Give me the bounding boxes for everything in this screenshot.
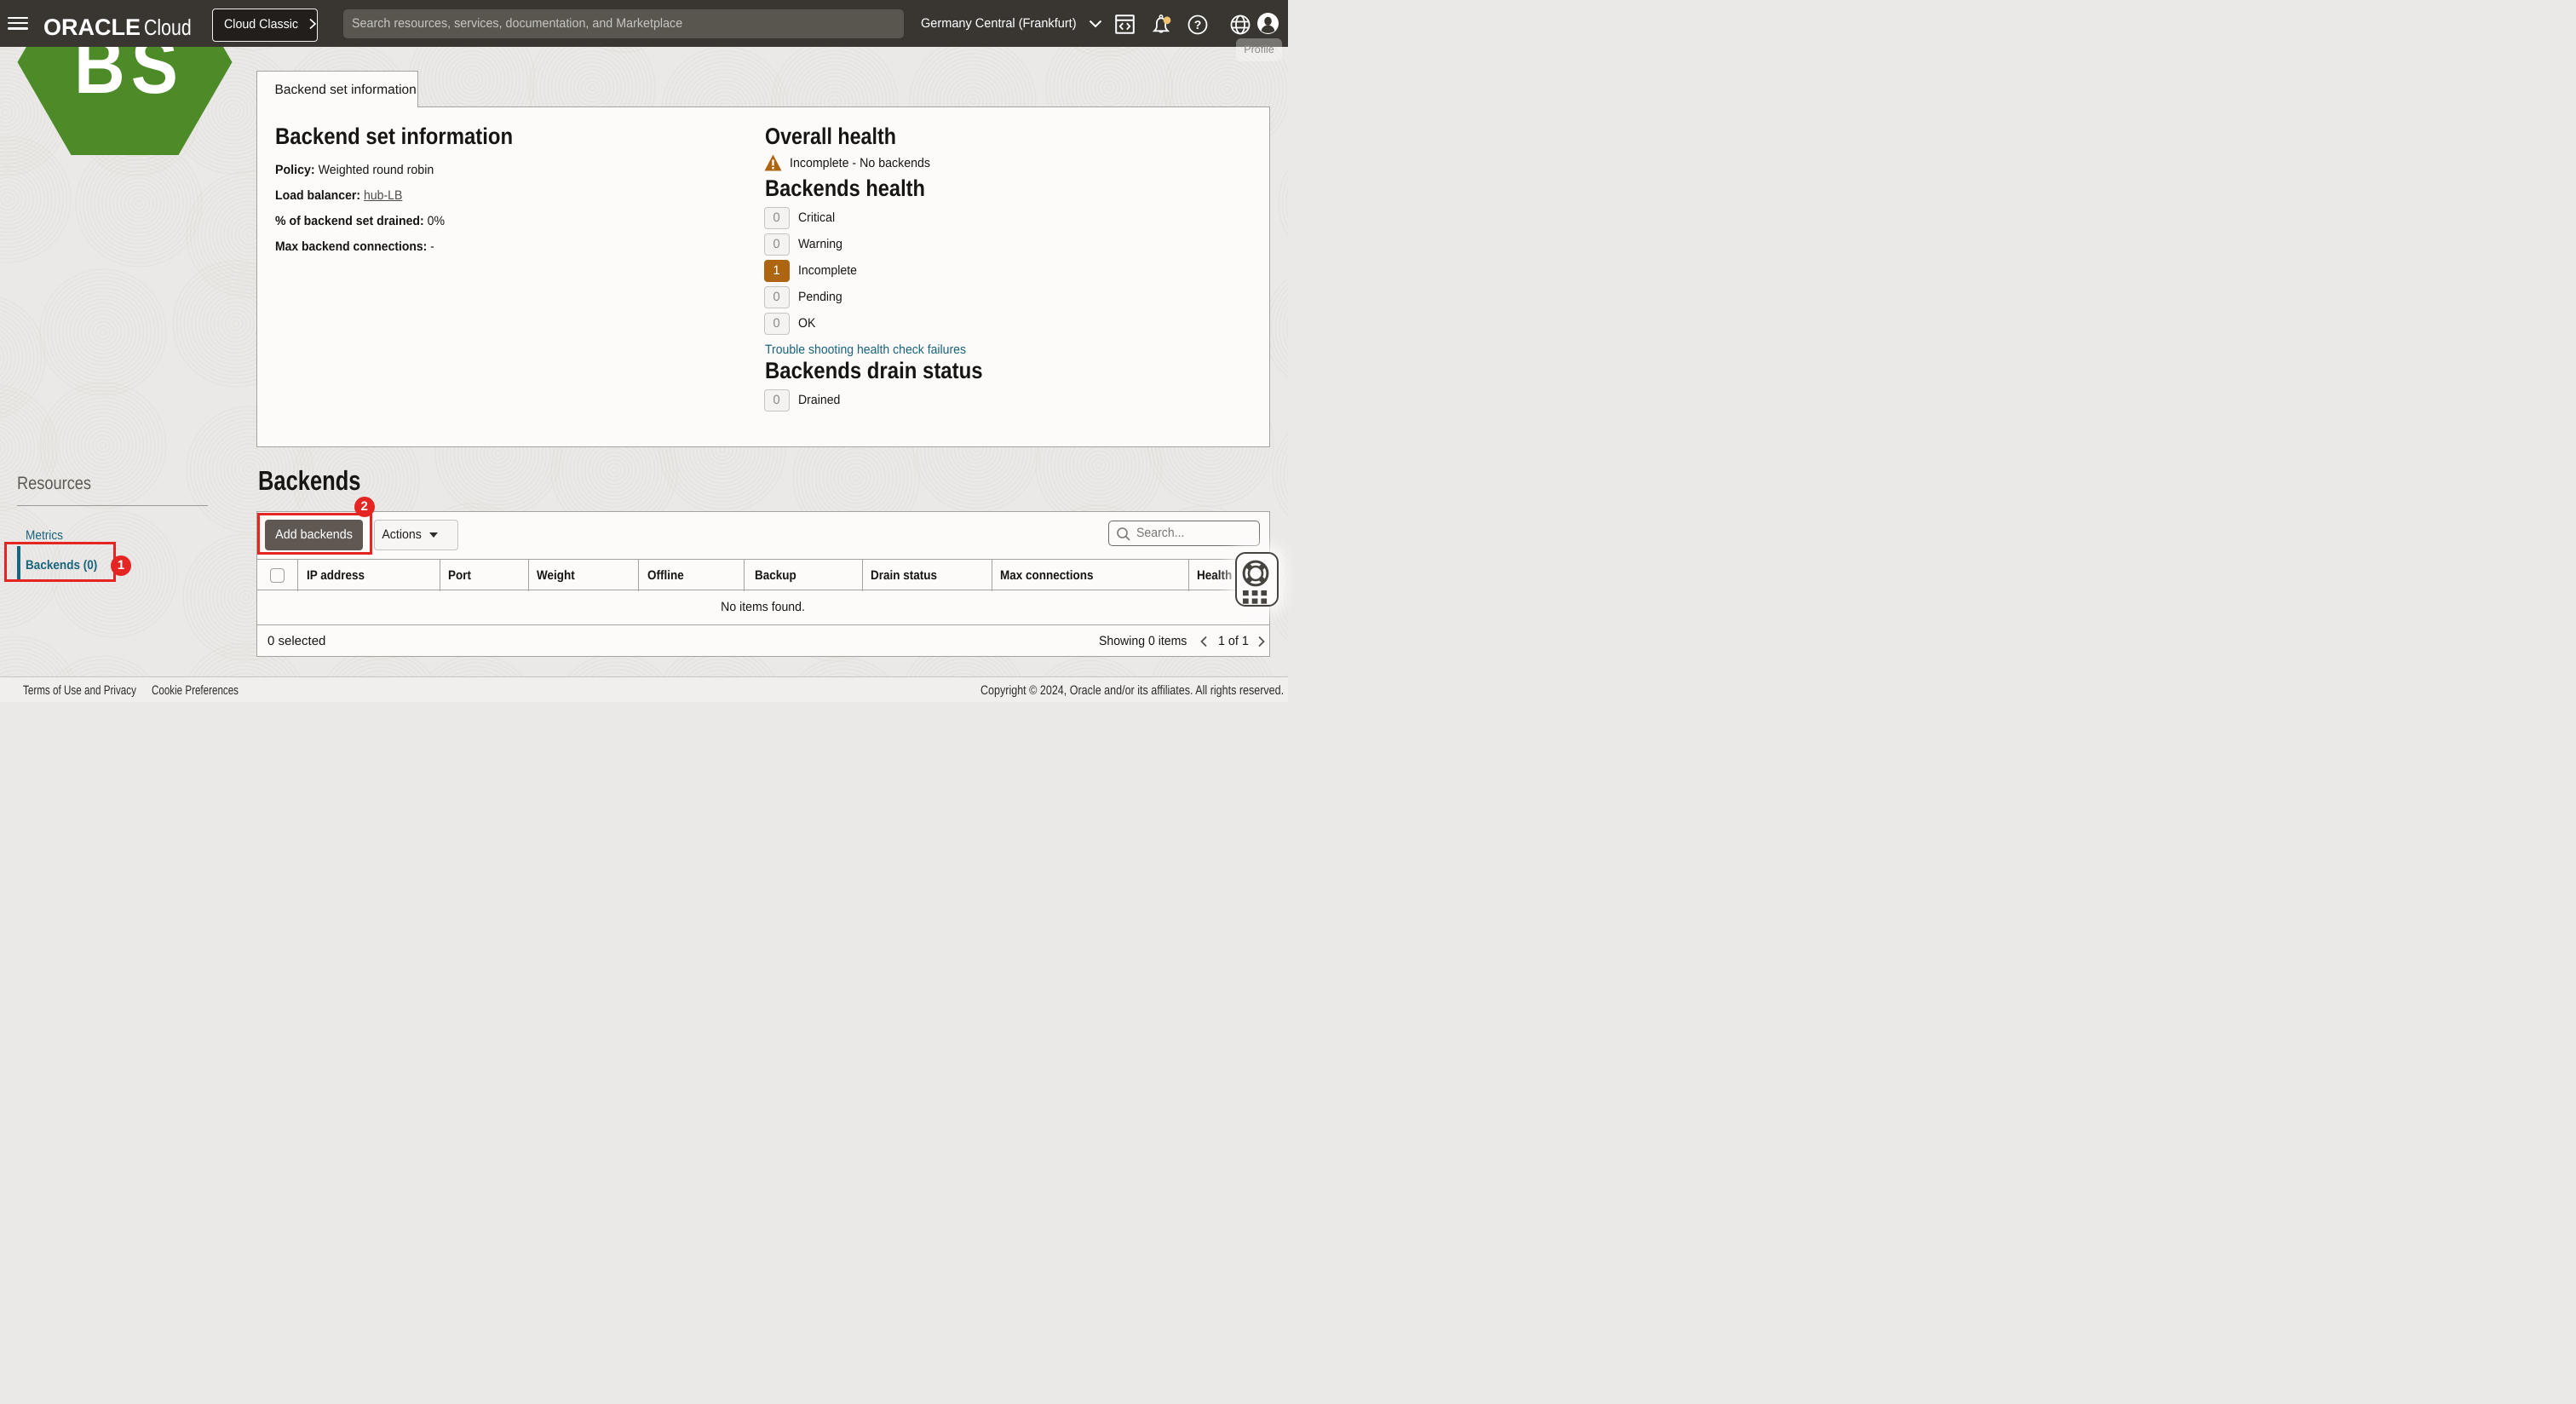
svg-text:?: ?: [1194, 18, 1202, 32]
